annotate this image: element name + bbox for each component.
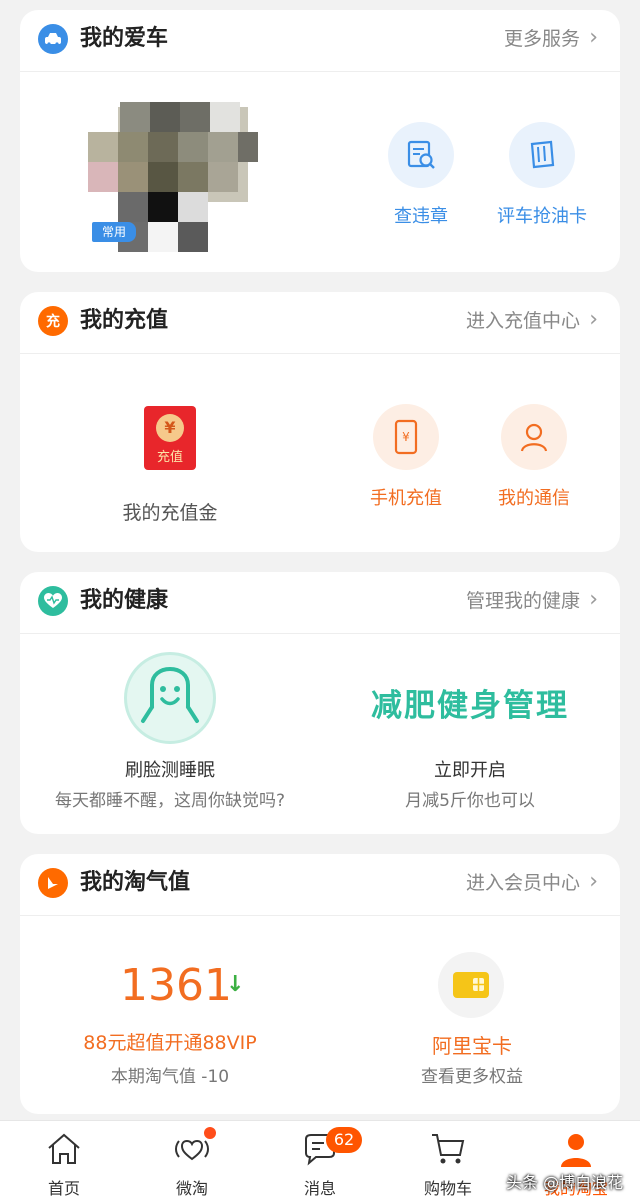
tab-messages[interactable]: 62 消息 xyxy=(256,1121,384,1200)
health-card-header[interactable]: 我的健康 管理我的健康 › xyxy=(20,572,620,634)
sim-card-icon xyxy=(453,972,489,998)
face-scan-icon xyxy=(124,652,216,744)
fitness-headline: 减肥健身管理 xyxy=(371,688,569,724)
tab-cart[interactable]: 购物车 xyxy=(384,1121,512,1200)
face-sleep-subtitle: 每天都睡不醒，这周你缺觉吗? xyxy=(54,791,286,811)
chevron-right-icon: › xyxy=(589,25,598,50)
car-card: 我的爱车 更多服务 › 常用 查违章 评车抢油卡 xyxy=(20,10,620,272)
recharge-card: 充 我的充值 进入充值中心 › ¥ 充值 我的充值金 ¥ 手机充值 我的通信 xyxy=(20,292,620,552)
svg-text:¥: ¥ xyxy=(402,430,410,444)
taoqi-card-header[interactable]: 我的淘气值 进入会员中心 › xyxy=(20,854,620,916)
coin-icon: ¥ xyxy=(156,414,184,442)
period-score-text: 本期淘气值 -10 xyxy=(110,1067,230,1087)
face-sleep-title: 刷脸测睡眠 xyxy=(125,760,215,781)
phone-yuan-icon: ¥ xyxy=(394,419,418,455)
recharge-gold-button[interactable]: ¥ 充值 我的充值金 xyxy=(100,402,240,527)
tab-home[interactable]: 首页 xyxy=(0,1121,128,1200)
weitao-notification-dot xyxy=(204,1127,216,1139)
car-icon xyxy=(38,24,68,54)
manage-health-link[interactable]: 管理我的健康 xyxy=(466,588,580,614)
shopping-cart-icon xyxy=(432,1134,465,1164)
rate-car-circle xyxy=(509,122,575,188)
tab-weitao-label: 微淘 xyxy=(175,1179,208,1198)
recharge-card-title: 我的充值 xyxy=(80,308,169,333)
ali-card-circle xyxy=(438,952,504,1018)
search-document-icon xyxy=(407,140,435,169)
mobile-recharge-button[interactable]: ¥ 手机充值 xyxy=(358,404,454,514)
my-telecom-label: 我的通信 xyxy=(498,488,570,509)
recharge-gold-label: 我的充值金 xyxy=(122,502,218,524)
health-heart-icon xyxy=(38,586,68,616)
recharge-card-header[interactable]: 充 我的充值 进入充值中心 › xyxy=(20,292,620,354)
red-envelope-icon: ¥ 充值 xyxy=(144,406,196,470)
rate-car-fuel-card-button[interactable]: 评车抢油卡 xyxy=(472,122,612,232)
ali-card-subtitle: 查看更多权益 xyxy=(421,1067,523,1087)
taoqi-card: 我的淘气值 进入会员中心 › 1361 ↓ 88元超值开通88VIP 本期淘气值… xyxy=(20,854,620,1114)
car-image[interactable]: 常用 xyxy=(88,102,258,252)
messages-badge: 62 xyxy=(326,1127,362,1153)
recharge-badge-icon: 充 xyxy=(38,306,68,336)
fitness-subtitle: 月减5斤你也可以 xyxy=(405,791,535,811)
tab-messages-label: 消息 xyxy=(303,1179,336,1198)
home-icon xyxy=(48,1133,80,1164)
ali-card-title: 阿里宝卡 xyxy=(432,1034,512,1058)
down-arrow-icon: ↓ xyxy=(226,972,245,997)
chevron-right-icon: › xyxy=(589,307,598,332)
chevron-right-icon: › xyxy=(589,587,598,612)
taoqi-score: 1361 xyxy=(120,960,232,1011)
user-icon xyxy=(520,423,548,452)
health-card: 我的健康 管理我的健康 › 刷脸测睡眠 每天都睡不醒，这周你缺觉吗? 减肥健身管… xyxy=(20,572,620,834)
mobile-recharge-circle: ¥ xyxy=(373,404,439,470)
check-violations-button[interactable]: 查违章 xyxy=(376,122,466,232)
taoqi-score-block[interactable]: 1361 ↓ 88元超值开通88VIP 本期淘气值 -10 xyxy=(20,946,320,1096)
recharge-center-link[interactable]: 进入充值中心 xyxy=(466,308,580,334)
tab-home-label: 首页 xyxy=(47,1179,80,1198)
chevron-right-icon: › xyxy=(589,869,598,894)
rate-car-label: 评车抢油卡 xyxy=(497,206,587,227)
card-icon xyxy=(530,140,555,169)
fitness-management-button[interactable]: 减肥健身管理 立即开启 月减5斤你也可以 xyxy=(320,648,620,818)
car-more-services-link[interactable]: 更多服务 xyxy=(504,26,580,52)
vip-offer-text: 88元超值开通88VIP xyxy=(83,1032,257,1054)
health-card-title: 我的健康 xyxy=(80,588,169,613)
taoqi-card-title: 我的淘气值 xyxy=(80,870,191,895)
face-sleep-test-button[interactable]: 刷脸测睡眠 每天都睡不醒，这周你缺觉吗? xyxy=(20,648,320,818)
member-center-link[interactable]: 进入会员中心 xyxy=(466,870,580,896)
taoqi-play-icon xyxy=(38,868,68,898)
mobile-recharge-label: 手机充值 xyxy=(370,488,442,509)
check-violations-label: 查违章 xyxy=(394,206,448,227)
my-telecom-button[interactable]: 我的通信 xyxy=(486,404,582,514)
my-telecom-circle xyxy=(501,404,567,470)
bottom-tab-bar: 首页 微淘 62 消息 购物车 我的淘宝 头条 @博白浪花 xyxy=(0,1120,640,1200)
tab-weitao[interactable]: 微淘 xyxy=(128,1121,256,1200)
ali-card-button[interactable]: 阿里宝卡 查看更多权益 xyxy=(338,946,606,1096)
car-card-title: 我的爱车 xyxy=(80,26,169,51)
car-default-tag: 常用 xyxy=(92,222,136,242)
envelope-text: 充值 xyxy=(156,450,183,465)
user-filled-icon xyxy=(561,1134,591,1167)
tab-cart-label: 购物车 xyxy=(423,1179,472,1198)
watermark: 头条 @博白浪花 xyxy=(506,1173,624,1192)
check-violations-circle xyxy=(388,122,454,188)
car-card-header[interactable]: 我的爱车 更多服务 › xyxy=(20,10,620,72)
fitness-start-title: 立即开启 xyxy=(434,760,506,781)
